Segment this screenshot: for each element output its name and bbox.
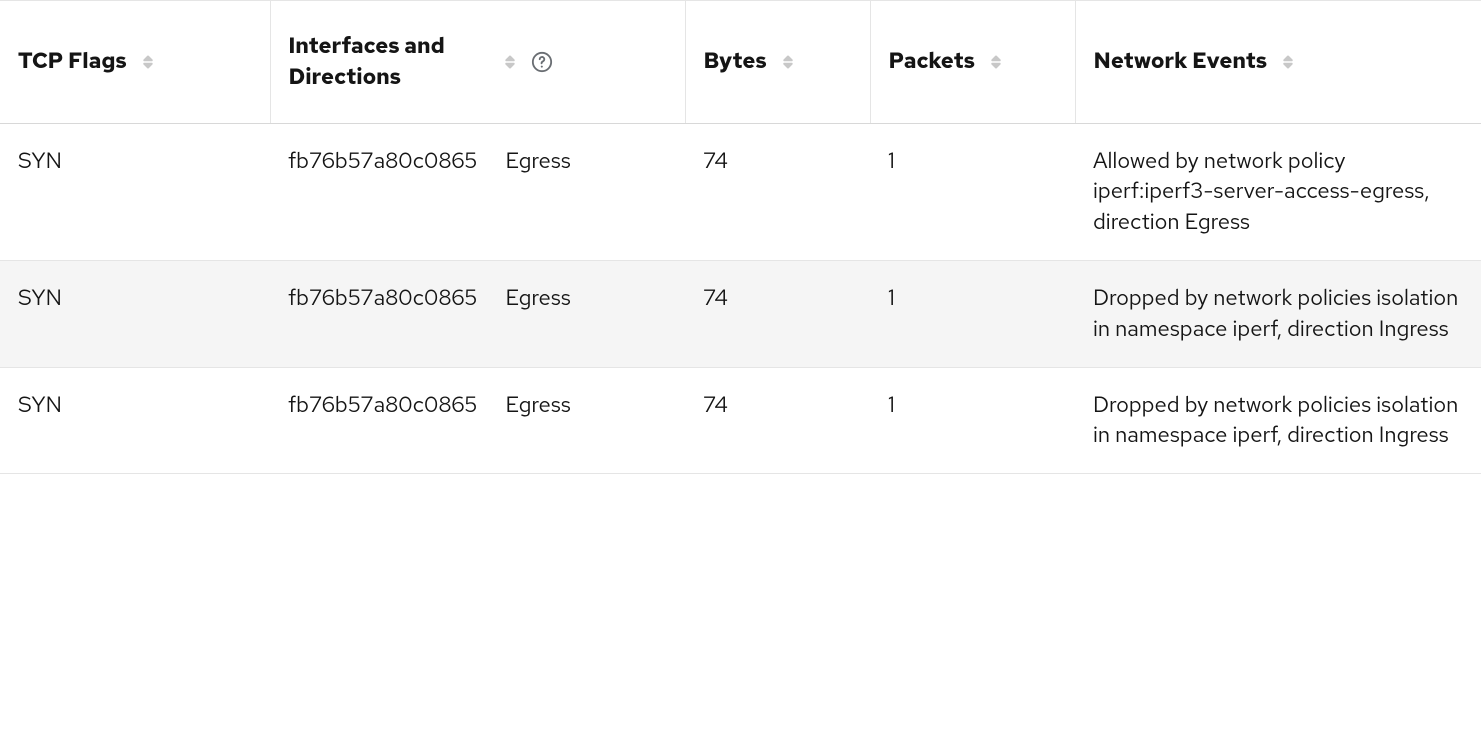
- sort-icon[interactable]: [779, 53, 797, 71]
- table-row[interactable]: SYN fb76b57a80c0865 Egress 74 1 Allowed …: [0, 123, 1481, 260]
- col-header-label: Packets: [889, 46, 976, 77]
- col-header-events[interactable]: Network Events: [1075, 1, 1481, 124]
- cell-bytes: 74: [685, 260, 870, 367]
- cell-packets: 1: [870, 123, 1075, 260]
- sort-icon[interactable]: [987, 53, 1005, 71]
- cell-tcp-flags: SYN: [0, 367, 270, 474]
- interface-direction: Egress: [505, 146, 570, 177]
- table-body: SYN fb76b57a80c0865 Egress 74 1 Allowed …: [0, 123, 1481, 474]
- cell-bytes: 74: [685, 123, 870, 260]
- sort-icon[interactable]: [1279, 53, 1297, 71]
- help-icon[interactable]: [531, 51, 553, 73]
- table-row[interactable]: SYN fb76b57a80c0865 Egress 74 1 Dropped …: [0, 367, 1481, 474]
- cell-packets: 1: [870, 367, 1075, 474]
- table-row[interactable]: SYN fb76b57a80c0865 Egress 74 1 Dropped …: [0, 260, 1481, 367]
- col-header-interfaces[interactable]: Interfaces and Directions: [270, 1, 685, 124]
- cell-packets: 1: [870, 260, 1075, 367]
- interface-direction: Egress: [505, 390, 570, 421]
- col-header-bytes[interactable]: Bytes: [685, 1, 870, 124]
- cell-event: Dropped by network policies isolation in…: [1075, 260, 1481, 367]
- cell-interface: fb76b57a80c0865 Egress: [270, 123, 685, 260]
- interface-direction: Egress: [505, 283, 570, 314]
- cell-tcp-flags: SYN: [0, 260, 270, 367]
- col-header-packets[interactable]: Packets: [870, 1, 1075, 124]
- cell-tcp-flags: SYN: [0, 123, 270, 260]
- cell-bytes: 74: [685, 367, 870, 474]
- event-text: Allowed by network policy iperf:iperf3-s…: [1093, 146, 1463, 238]
- col-header-tcp-flags[interactable]: TCP Flags: [0, 1, 270, 124]
- interface-name: fb76b57a80c0865: [288, 146, 477, 177]
- cell-event: Allowed by network policy iperf:iperf3-s…: [1075, 123, 1481, 260]
- cell-event: Dropped by network policies isolation in…: [1075, 367, 1481, 474]
- sort-icon[interactable]: [501, 53, 519, 71]
- cell-interface: fb76b57a80c0865 Egress: [270, 367, 685, 474]
- interface-name: fb76b57a80c0865: [288, 283, 477, 314]
- col-header-label: TCP Flags: [18, 46, 127, 77]
- sort-icon[interactable]: [139, 53, 157, 71]
- network-flows-table: TCP Flags Interfaces and Directions: [0, 0, 1481, 474]
- event-text: Dropped by network policies isolation in…: [1093, 283, 1463, 345]
- col-header-label: Interfaces and Directions: [289, 31, 489, 93]
- col-header-label: Network Events: [1094, 46, 1268, 77]
- interface-name: fb76b57a80c0865: [288, 390, 477, 421]
- col-header-label: Bytes: [704, 46, 767, 77]
- cell-interface: fb76b57a80c0865 Egress: [270, 260, 685, 367]
- table-header-row: TCP Flags Interfaces and Directions: [0, 1, 1481, 124]
- event-text: Dropped by network policies isolation in…: [1093, 390, 1463, 452]
